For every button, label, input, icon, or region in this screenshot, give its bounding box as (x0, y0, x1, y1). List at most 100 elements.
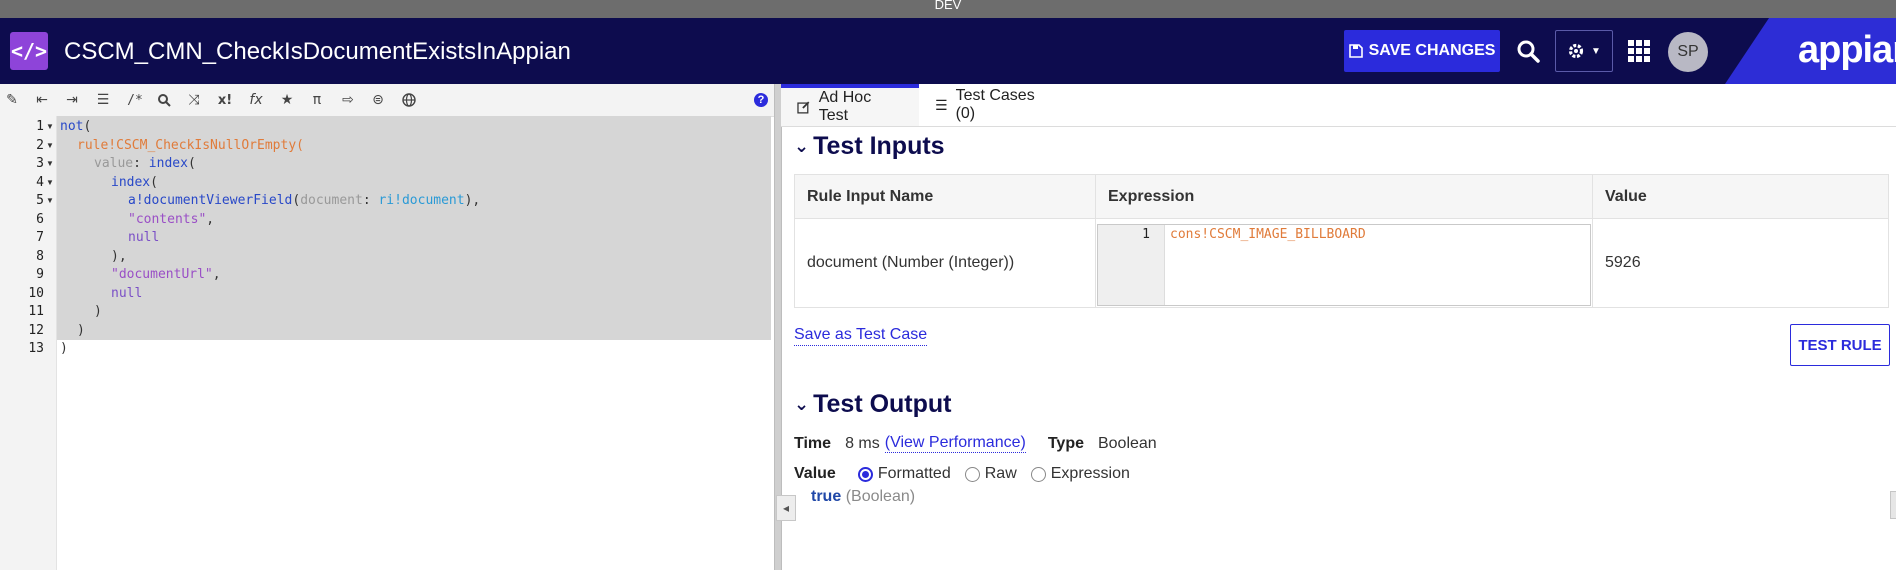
variable-icon[interactable]: x! (214, 90, 236, 110)
appian-logo: appian (1798, 29, 1896, 71)
help-icon[interactable]: ? (754, 93, 768, 107)
code-token: ri!document (378, 193, 465, 208)
save-icon (1348, 44, 1363, 58)
code-line: ) (60, 340, 68, 359)
format-icon[interactable]: ✎ (1, 90, 23, 110)
radio-icon (1030, 466, 1046, 482)
chevron-down-icon: ⌄ (794, 136, 810, 156)
code-token: ( (187, 156, 196, 171)
code-token: ), (111, 248, 127, 264)
tab-ad-hoc-test[interactable]: Ad Hoc Test (781, 84, 919, 126)
code-token: ) (60, 341, 68, 356)
code-token: not (60, 119, 84, 134)
code-token: ( (83, 119, 92, 134)
column-header: Rule Input Name (795, 175, 1096, 219)
apps-grid-icon[interactable] (1624, 36, 1654, 66)
code-token: : (362, 193, 379, 208)
fold-arrow-icon[interactable]: ▼ (46, 155, 54, 174)
line-number: 5 (36, 193, 44, 208)
test-inputs-header[interactable]: ⌄ Test Inputs (794, 132, 945, 161)
line-number: 8 (36, 248, 44, 264)
outdent-icon[interactable]: ⇤ (31, 90, 53, 110)
result-type: (Boolean) (845, 488, 916, 505)
indent-icon[interactable]: ⇥ (61, 90, 83, 110)
input-value: 5926 (1605, 254, 1641, 271)
editor-toolbar: ✎ ⇤ ⇥ ☰ /* ⤨ x! fx ★ π ⇨ ⊜ ? (0, 84, 774, 117)
tab-test-cases[interactable]: ☰ Test Cases (0) (919, 84, 1059, 126)
search-icon[interactable] (153, 90, 175, 110)
line-number: 3 (36, 156, 44, 171)
radio-selected-icon (857, 466, 873, 482)
code-line: "documentUrl", (111, 266, 221, 285)
chevron-down-icon: ⌄ (794, 394, 810, 414)
test-output-header[interactable]: ⌄ Test Output (794, 390, 952, 419)
line-number: 13 (28, 341, 44, 356)
view-performance-link[interactable]: (View Performance) (884, 434, 1026, 453)
expression-rule-icon: </> (10, 32, 48, 70)
function-icon[interactable]: fx (245, 90, 267, 110)
code-line: null (128, 229, 159, 248)
code-token: value (94, 156, 134, 171)
globe-icon[interactable] (398, 90, 420, 110)
line-number: 12 (28, 322, 44, 338)
section-title: Test Output (813, 390, 952, 418)
section-title: Test Inputs (813, 132, 945, 160)
test-result: true (Boolean) (811, 488, 915, 506)
line-number: 4 (36, 174, 44, 190)
code-line: ) (94, 303, 102, 322)
search-icon[interactable] (1513, 36, 1543, 66)
code-token: null (128, 230, 160, 245)
star-icon[interactable]: ★ (276, 90, 298, 110)
code-line: value: index( (94, 155, 196, 174)
column-header: Value (1593, 175, 1888, 219)
search-data-icon[interactable]: ⊜ (367, 90, 389, 110)
line-number: 11 (28, 304, 44, 319)
code-line: a!documentViewerField(document: ri!docum… (128, 192, 480, 211)
radio-label: Formatted (877, 465, 951, 482)
code-token: document (300, 193, 363, 208)
save-as-test-case-link[interactable]: Save as Test Case (794, 325, 928, 346)
code-token: , (206, 211, 215, 227)
collapse-arrow-icon[interactable]: ◂ (776, 495, 796, 521)
radio-formatted[interactable]: Formatted (857, 465, 951, 483)
code-editor[interactable]: not( rule!CSCM_CheckIsNullOrEmpty( value… (57, 116, 771, 570)
code-token: rule!CSCM_CheckIsNullOrEmpty (77, 137, 297, 153)
fold-arrow-icon[interactable]: ▼ (46, 174, 54, 193)
right-panel-handle[interactable] (1890, 491, 1896, 519)
line-number: 9 (36, 267, 44, 282)
gear-icon (1568, 43, 1584, 59)
fold-arrow-icon[interactable]: ▼ (46, 118, 54, 137)
avatar-initials: SP (1677, 43, 1699, 60)
expression-editor[interactable]: 1 cons!CSCM_IMAGE_BILLBOARD (1097, 224, 1591, 306)
user-avatar[interactable]: SP (1668, 32, 1708, 72)
expression-code: cons!CSCM_IMAGE_BILLBOARD (1170, 227, 1366, 242)
environment-label: DEV (0, 0, 1896, 18)
fold-arrow-icon[interactable]: ▼ (46, 192, 54, 211)
value-label: Value (794, 465, 836, 482)
settings-menu-button[interactable]: ▼ (1555, 30, 1613, 72)
comment-icon[interactable]: /* (124, 90, 146, 110)
radio-expression[interactable]: Expression (1030, 465, 1130, 483)
test-rule-button[interactable]: TEST RULE (1790, 324, 1890, 366)
line-number: 1 (36, 119, 44, 134)
line-number: 1 (1142, 227, 1150, 242)
code-token: index (148, 156, 188, 171)
code-token: ( (296, 137, 304, 153)
tab-label: Ad Hoc Test (818, 89, 872, 124)
save-changes-button[interactable]: SAVE CHANGES (1344, 30, 1500, 72)
radio-icon (964, 466, 980, 482)
fold-arrow-icon[interactable]: ▼ (46, 137, 54, 156)
pi-icon[interactable]: π (306, 90, 328, 110)
code-line: index( (111, 174, 158, 193)
code-token: ) (77, 322, 85, 338)
radio-raw[interactable]: Raw (964, 465, 1017, 483)
export-icon[interactable]: ⇨ (337, 90, 359, 110)
radio-label: Raw (984, 465, 1017, 482)
code-line: ), (111, 248, 127, 267)
shuffle-icon[interactable]: ⤨ (183, 90, 205, 110)
page-title: CSCM_CMN_CheckIsDocumentExistsInAppian (64, 38, 571, 65)
code-line: ) (77, 322, 85, 341)
list-icon[interactable]: ☰ (92, 90, 114, 110)
env-text: DEV (934, 0, 962, 12)
line-number: 10 (28, 285, 44, 301)
